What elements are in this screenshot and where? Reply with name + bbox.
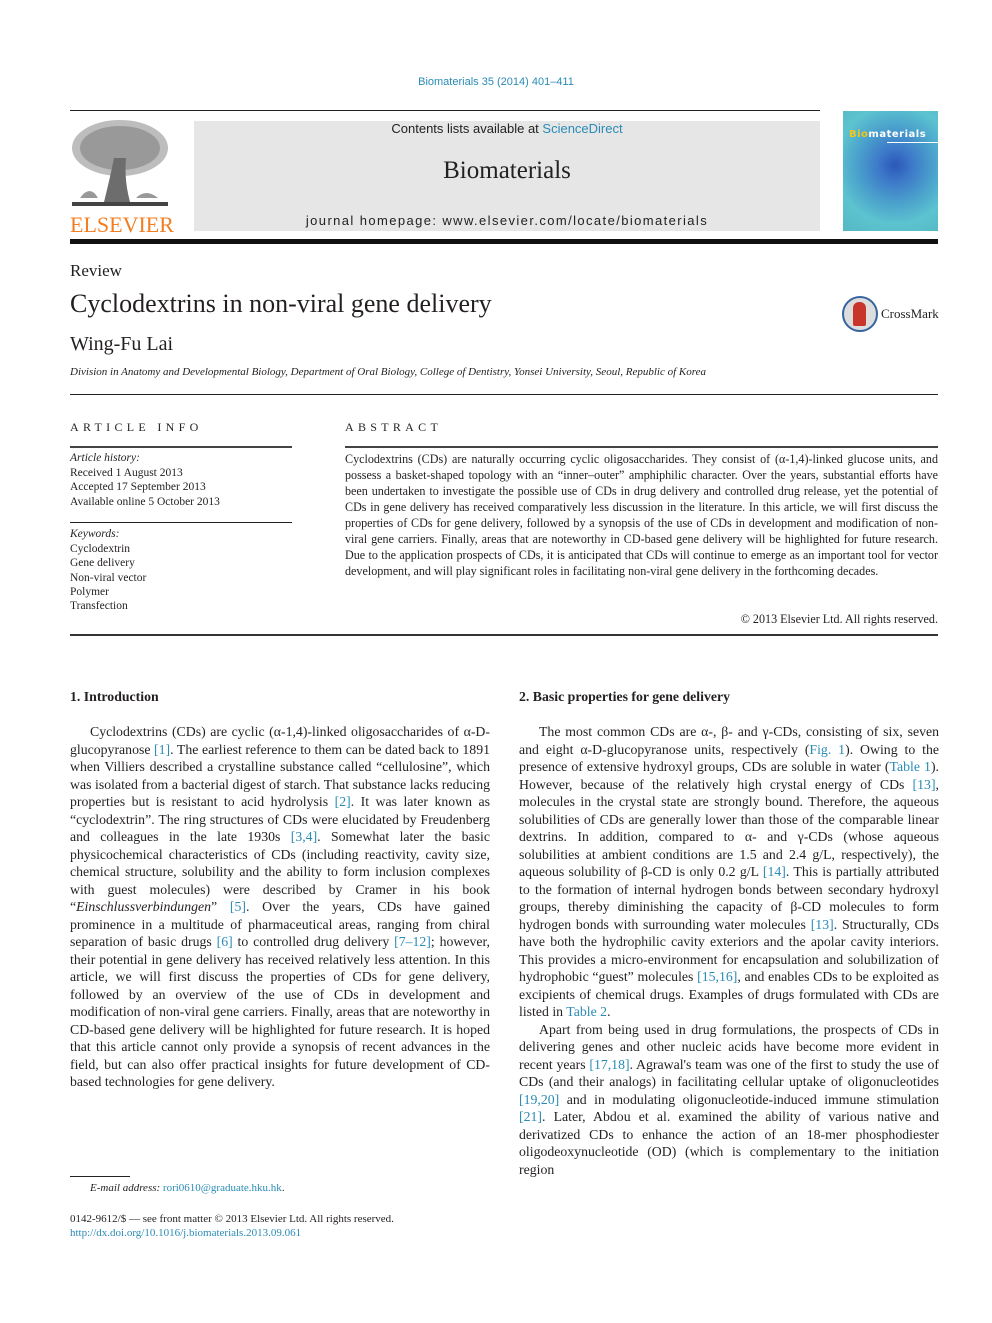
crossmark-button[interactable]: CrossMark bbox=[842, 296, 939, 332]
body-text: ; however, their potential in gene deliv… bbox=[70, 934, 490, 1089]
body-text: to controlled drug delivery bbox=[232, 934, 395, 949]
affiliation-rule bbox=[70, 394, 938, 395]
email-suffix: . bbox=[281, 1182, 285, 1194]
footnote-rule bbox=[70, 1176, 130, 1177]
section-1-body: Cyclodextrins (CDs) are cyclic (α-1,4)-l… bbox=[70, 723, 490, 1091]
header-rule bbox=[70, 110, 820, 111]
footnote-email: E-mail address: rori0610@graduate.hku.hk… bbox=[90, 1182, 285, 1194]
journal-cover-thumbnail[interactable]: Biomaterials bbox=[843, 111, 938, 231]
citation-link[interactable]: [15,16] bbox=[697, 969, 737, 984]
contents-line: Contents lists available at ScienceDirec… bbox=[194, 121, 820, 136]
citation-link[interactable]: [13] bbox=[811, 917, 834, 932]
cover-title: Biomaterials bbox=[849, 129, 926, 140]
crossmark-icon bbox=[842, 296, 878, 332]
author-affiliation: Division in Anatomy and Developmental Bi… bbox=[70, 366, 706, 378]
issn-line: 0142-9612/$ — see front matter © 2013 El… bbox=[70, 1213, 394, 1225]
keywords-list: Cyclodextrin Gene delivery Non-viral vec… bbox=[70, 542, 146, 613]
citation-link[interactable]: [1] bbox=[154, 742, 170, 757]
body-text: . Later, Abdou et al. examined the abili… bbox=[519, 1109, 939, 1177]
citation-link[interactable]: [5] bbox=[230, 899, 246, 914]
body-text: ” bbox=[211, 899, 230, 914]
keyword-item: Gene delivery bbox=[70, 557, 135, 570]
section-1-paragraph: Cyclodextrins (CDs) are cyclic (α-1,4)-l… bbox=[70, 723, 490, 1091]
citation-link[interactable]: [2] bbox=[335, 794, 351, 809]
section-2-paragraph-2: Apart from being used in drug formulatio… bbox=[519, 1021, 939, 1179]
section-2-heading: 2. Basic properties for gene delivery bbox=[519, 689, 731, 704]
cover-title-materials: materials bbox=[868, 129, 927, 140]
elsevier-logo[interactable]: ELSEVIER bbox=[70, 118, 174, 237]
section-2-paragraph-1: The most common CDs are α-, β- and γ-CDs… bbox=[519, 723, 939, 1021]
citation-link[interactable]: [7–12] bbox=[394, 934, 431, 949]
abstract-copyright: © 2013 Elsevier Ltd. All rights reserved… bbox=[740, 612, 938, 626]
citation-link[interactable]: [6] bbox=[217, 934, 233, 949]
citation-link[interactable]: [21] bbox=[519, 1109, 542, 1124]
abstract-rule bbox=[345, 446, 938, 448]
body-text: . bbox=[607, 1004, 611, 1019]
citation-link[interactable]: [13] bbox=[913, 777, 936, 792]
section-2-body: The most common CDs are α-, β- and γ-CDs… bbox=[519, 723, 939, 1178]
front-matter-rule bbox=[70, 634, 938, 636]
citation-link[interactable]: Table 2 bbox=[566, 1004, 607, 1019]
history-list: Received 1 August 2013 Accepted 17 Septe… bbox=[70, 466, 220, 509]
sciencedirect-link[interactable]: ScienceDirect bbox=[542, 121, 622, 136]
masthead-thick-rule bbox=[70, 239, 938, 244]
article-title: Cyclodextrins in non-viral gene delivery bbox=[70, 289, 492, 318]
email-link[interactable]: rori0610@graduate.hku.hk bbox=[163, 1182, 282, 1194]
italic-text: Einschlussverbindungen bbox=[76, 899, 212, 914]
history-label: Article history: bbox=[70, 452, 140, 464]
tree-icon bbox=[70, 118, 170, 210]
crossmark-label: CrossMark bbox=[881, 306, 939, 321]
cover-title-bio: Bio bbox=[849, 129, 869, 140]
history-item: Available online 5 October 2013 bbox=[70, 495, 220, 508]
email-label: E-mail address: bbox=[90, 1182, 161, 1194]
keyword-item: Non-viral vector bbox=[70, 571, 147, 584]
citation-link[interactable]: Table 1 bbox=[890, 759, 931, 774]
history-item: Received 1 August 2013 bbox=[70, 467, 183, 479]
article-type: Review bbox=[70, 261, 122, 280]
elsevier-wordmark: ELSEVIER bbox=[70, 212, 174, 237]
author-name: Wing-Fu Lai bbox=[70, 333, 174, 355]
citation-link[interactable]: [14] bbox=[763, 864, 786, 879]
keyword-item: Cyclodextrin bbox=[70, 543, 131, 555]
journal-homepage[interactable]: journal homepage: www.elsevier.com/locat… bbox=[194, 213, 820, 228]
citation-link[interactable]: Fig. 1 bbox=[809, 742, 845, 757]
keywords-label: Keywords: bbox=[70, 528, 120, 540]
contents-prefix: Contents lists available at bbox=[391, 121, 543, 136]
keyword-item: Transfection bbox=[70, 600, 128, 613]
keyword-item: Polymer bbox=[70, 585, 109, 598]
cover-rule bbox=[887, 142, 938, 143]
history-item: Accepted 17 September 2013 bbox=[70, 481, 206, 494]
abstract-text: Cyclodextrins (CDs) are naturally occurr… bbox=[345, 452, 938, 578]
citation-link[interactable]: [17,18] bbox=[589, 1057, 629, 1072]
journal-name: Biomaterials bbox=[443, 157, 571, 184]
keywords-rule bbox=[70, 522, 292, 523]
citation-link[interactable]: [3,4] bbox=[291, 829, 317, 844]
citation-link[interactable]: [19,20] bbox=[519, 1092, 559, 1107]
journal-masthead: Contents lists available at ScienceDirec… bbox=[194, 121, 820, 231]
section-1-heading: 1. Introduction bbox=[70, 689, 159, 704]
body-text: and in modulating oligonucleotide-induce… bbox=[559, 1091, 939, 1107]
doi-link[interactable]: http://dx.doi.org/10.1016/j.biomaterials… bbox=[70, 1227, 301, 1239]
article-info-heading: ARTICLE INFO bbox=[70, 420, 203, 434]
article-info-rule bbox=[70, 446, 292, 448]
journal-citation[interactable]: Biomaterials 35 (2014) 401–411 bbox=[0, 76, 992, 88]
abstract-heading: ABSTRACT bbox=[345, 420, 443, 434]
